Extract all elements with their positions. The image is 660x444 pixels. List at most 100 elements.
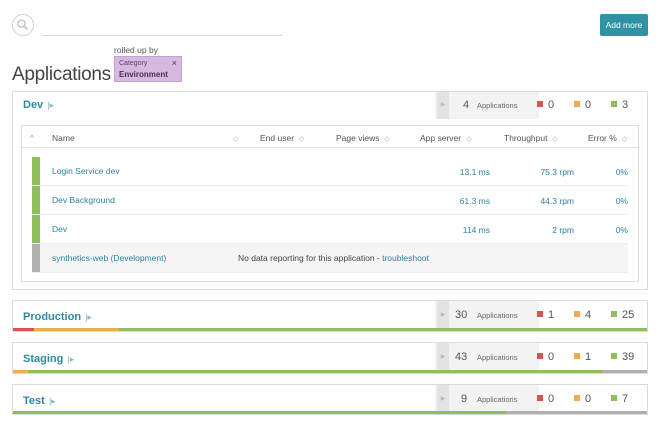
health-stripe — [32, 215, 40, 243]
group-header[interactable]: Production |▸ ▶ 30 Applications 1 4 25 — [13, 301, 647, 330]
healthy-count[interactable]: 25 — [611, 309, 634, 321]
warning-count[interactable]: 0 — [574, 99, 591, 111]
critical-count[interactable]: 0 — [537, 351, 554, 363]
sort-icon[interactable]: ◇ — [552, 136, 557, 143]
health-bar-critical — [13, 328, 35, 331]
app-count-label: Applications — [477, 101, 518, 110]
error-value[interactable]: 0% — [616, 225, 628, 235]
health-stripe — [32, 157, 40, 185]
collapse-icon[interactable]: |▸ — [49, 396, 56, 406]
health-bar-healthy — [118, 328, 647, 331]
group-test[interactable]: Test |▸ ▶ 9 Applications 0 0 7 — [12, 384, 648, 415]
rollup-label: rolled up by — [114, 45, 158, 55]
critical-count[interactable]: 1 — [537, 309, 554, 321]
search-underline — [42, 35, 282, 36]
expand-arrow-icon[interactable]: ▶ — [437, 385, 449, 413]
table-row[interactable]: Dev 114 ms 2 rpm 0% — [32, 215, 628, 244]
warning-count[interactable]: 1 — [574, 351, 591, 363]
table-row[interactable]: Login Service dev 13.1 ms 75.3 rpm 0% — [32, 157, 628, 186]
app-count[interactable]: ▶ 43 Applications — [435, 343, 539, 372]
collapse-all-icon[interactable]: ^ — [30, 133, 34, 143]
critical-square-icon — [537, 395, 543, 401]
group-staging[interactable]: Staging |▸ ▶ 43 Applications 0 1 39 — [12, 342, 648, 374]
sort-icon[interactable]: ◇ — [466, 136, 471, 143]
app-server-value[interactable]: 114 ms — [463, 225, 490, 235]
search-input[interactable] — [42, 17, 282, 35]
expand-arrow-icon[interactable]: ▶ — [437, 301, 449, 330]
critical-count[interactable]: 0 — [537, 393, 554, 405]
add-more-button[interactable]: Add more — [600, 14, 648, 36]
warning-square-icon — [574, 395, 580, 401]
health-bar-healthy — [27, 370, 603, 373]
app-count-label: Applications — [477, 395, 518, 404]
app-count-value: 30 — [455, 309, 468, 321]
sort-icon[interactable]: ◇ — [384, 136, 389, 143]
group-header[interactable]: Dev |▸ ▶ 4 Applications 0 0 3 — [13, 92, 647, 119]
healthy-count[interactable]: 3 — [611, 99, 628, 111]
healthy-count[interactable]: 7 — [611, 393, 628, 405]
group-header[interactable]: Staging |▸ ▶ 43 Applications 0 1 39 — [13, 343, 647, 372]
table-row[interactable]: Dev Background 61.3 ms 44.3 rpm 0% — [32, 186, 628, 215]
critical-square-icon — [537, 353, 543, 359]
warning-count[interactable]: 0 — [574, 393, 591, 405]
warning-count[interactable]: 4 — [574, 309, 591, 321]
warning-square-icon — [574, 353, 580, 359]
healthy-square-icon — [611, 395, 617, 401]
app-count[interactable]: ▶ 4 Applications — [435, 92, 539, 119]
app-name-link[interactable]: synthetics-web (Development) — [52, 253, 166, 263]
close-icon[interactable]: × — [172, 58, 177, 68]
warning-square-icon — [574, 311, 580, 317]
health-bar-unknown — [602, 370, 647, 373]
warning-square-icon — [574, 101, 580, 107]
throughput-value[interactable]: 44.3 rpm — [540, 196, 574, 206]
app-server-value[interactable]: 13.1 ms — [460, 167, 490, 177]
critical-count[interactable]: 0 — [537, 99, 554, 111]
throughput-value[interactable]: 75.3 rpm — [540, 167, 574, 177]
applications-table: ^ Name ◇ End user ◇ Page views ◇ App serve… — [21, 125, 639, 282]
healthy-square-icon — [611, 353, 617, 359]
app-count[interactable]: ▶ 9 Applications — [435, 385, 539, 413]
collapse-icon[interactable]: |▸ — [85, 312, 92, 322]
healthy-count[interactable]: 39 — [611, 351, 634, 363]
sort-icon[interactable]: ◇ — [622, 136, 627, 143]
table-row[interactable]: synthetics-web (Development) No data rep… — [32, 244, 628, 273]
expand-arrow-icon[interactable]: ▶ — [437, 92, 449, 119]
group-header[interactable]: Test |▸ ▶ 9 Applications 0 0 7 — [13, 385, 647, 413]
col-app-server[interactable]: App server ◇ — [420, 133, 472, 143]
app-count-label: Applications — [477, 353, 518, 362]
expand-arrow-icon[interactable]: ▶ — [437, 343, 449, 372]
rollup-category-label: Category — [119, 60, 148, 67]
app-server-value[interactable]: 61.3 ms — [460, 196, 490, 206]
group-name[interactable]: Test |▸ — [23, 395, 56, 407]
group-name[interactable]: Dev |▸ — [23, 99, 54, 111]
health-bar-unknown — [506, 411, 647, 414]
collapse-icon[interactable]: |▸ — [67, 354, 74, 364]
group-name[interactable]: Production |▸ — [23, 311, 92, 323]
group-dev: Dev |▸ ▶ 4 Applications 0 0 3 ^ Name ◇ En… — [12, 91, 648, 290]
error-value[interactable]: 0% — [616, 196, 628, 206]
col-throughput[interactable]: Throughput ◇ — [504, 133, 558, 143]
app-name-link[interactable]: Login Service dev — [52, 166, 120, 176]
col-name[interactable]: Name — [52, 133, 75, 143]
app-count-label: Applications — [477, 311, 518, 320]
error-value[interactable]: 0% — [616, 167, 628, 177]
app-name-link[interactable]: Dev Background — [52, 195, 115, 205]
col-page-views[interactable]: Page views ◇ — [336, 133, 390, 143]
app-count-value: 43 — [455, 351, 468, 363]
rollup-chip[interactable]: Category Environment × — [114, 56, 182, 82]
sort-icon[interactable]: ◇ — [228, 133, 238, 143]
app-name-link[interactable]: Dev — [52, 224, 67, 234]
group-production[interactable]: Production |▸ ▶ 30 Applications 1 4 25 — [12, 300, 648, 332]
rollup-value: Environment — [119, 70, 168, 79]
col-error[interactable]: Error % ◇ — [588, 133, 627, 143]
group-name[interactable]: Staging |▸ — [23, 353, 74, 365]
troubleshoot-link[interactable]: troubleshoot — [382, 253, 429, 263]
col-end-user[interactable]: End user ◇ — [260, 133, 304, 143]
critical-square-icon — [537, 101, 543, 107]
critical-square-icon — [537, 311, 543, 317]
sort-icon[interactable]: ◇ — [299, 136, 304, 143]
search-icon[interactable] — [12, 14, 34, 36]
app-count[interactable]: ▶ 30 Applications — [435, 301, 539, 330]
collapse-icon[interactable]: |▸ — [47, 100, 54, 110]
throughput-value[interactable]: 2 rpm — [552, 225, 574, 235]
